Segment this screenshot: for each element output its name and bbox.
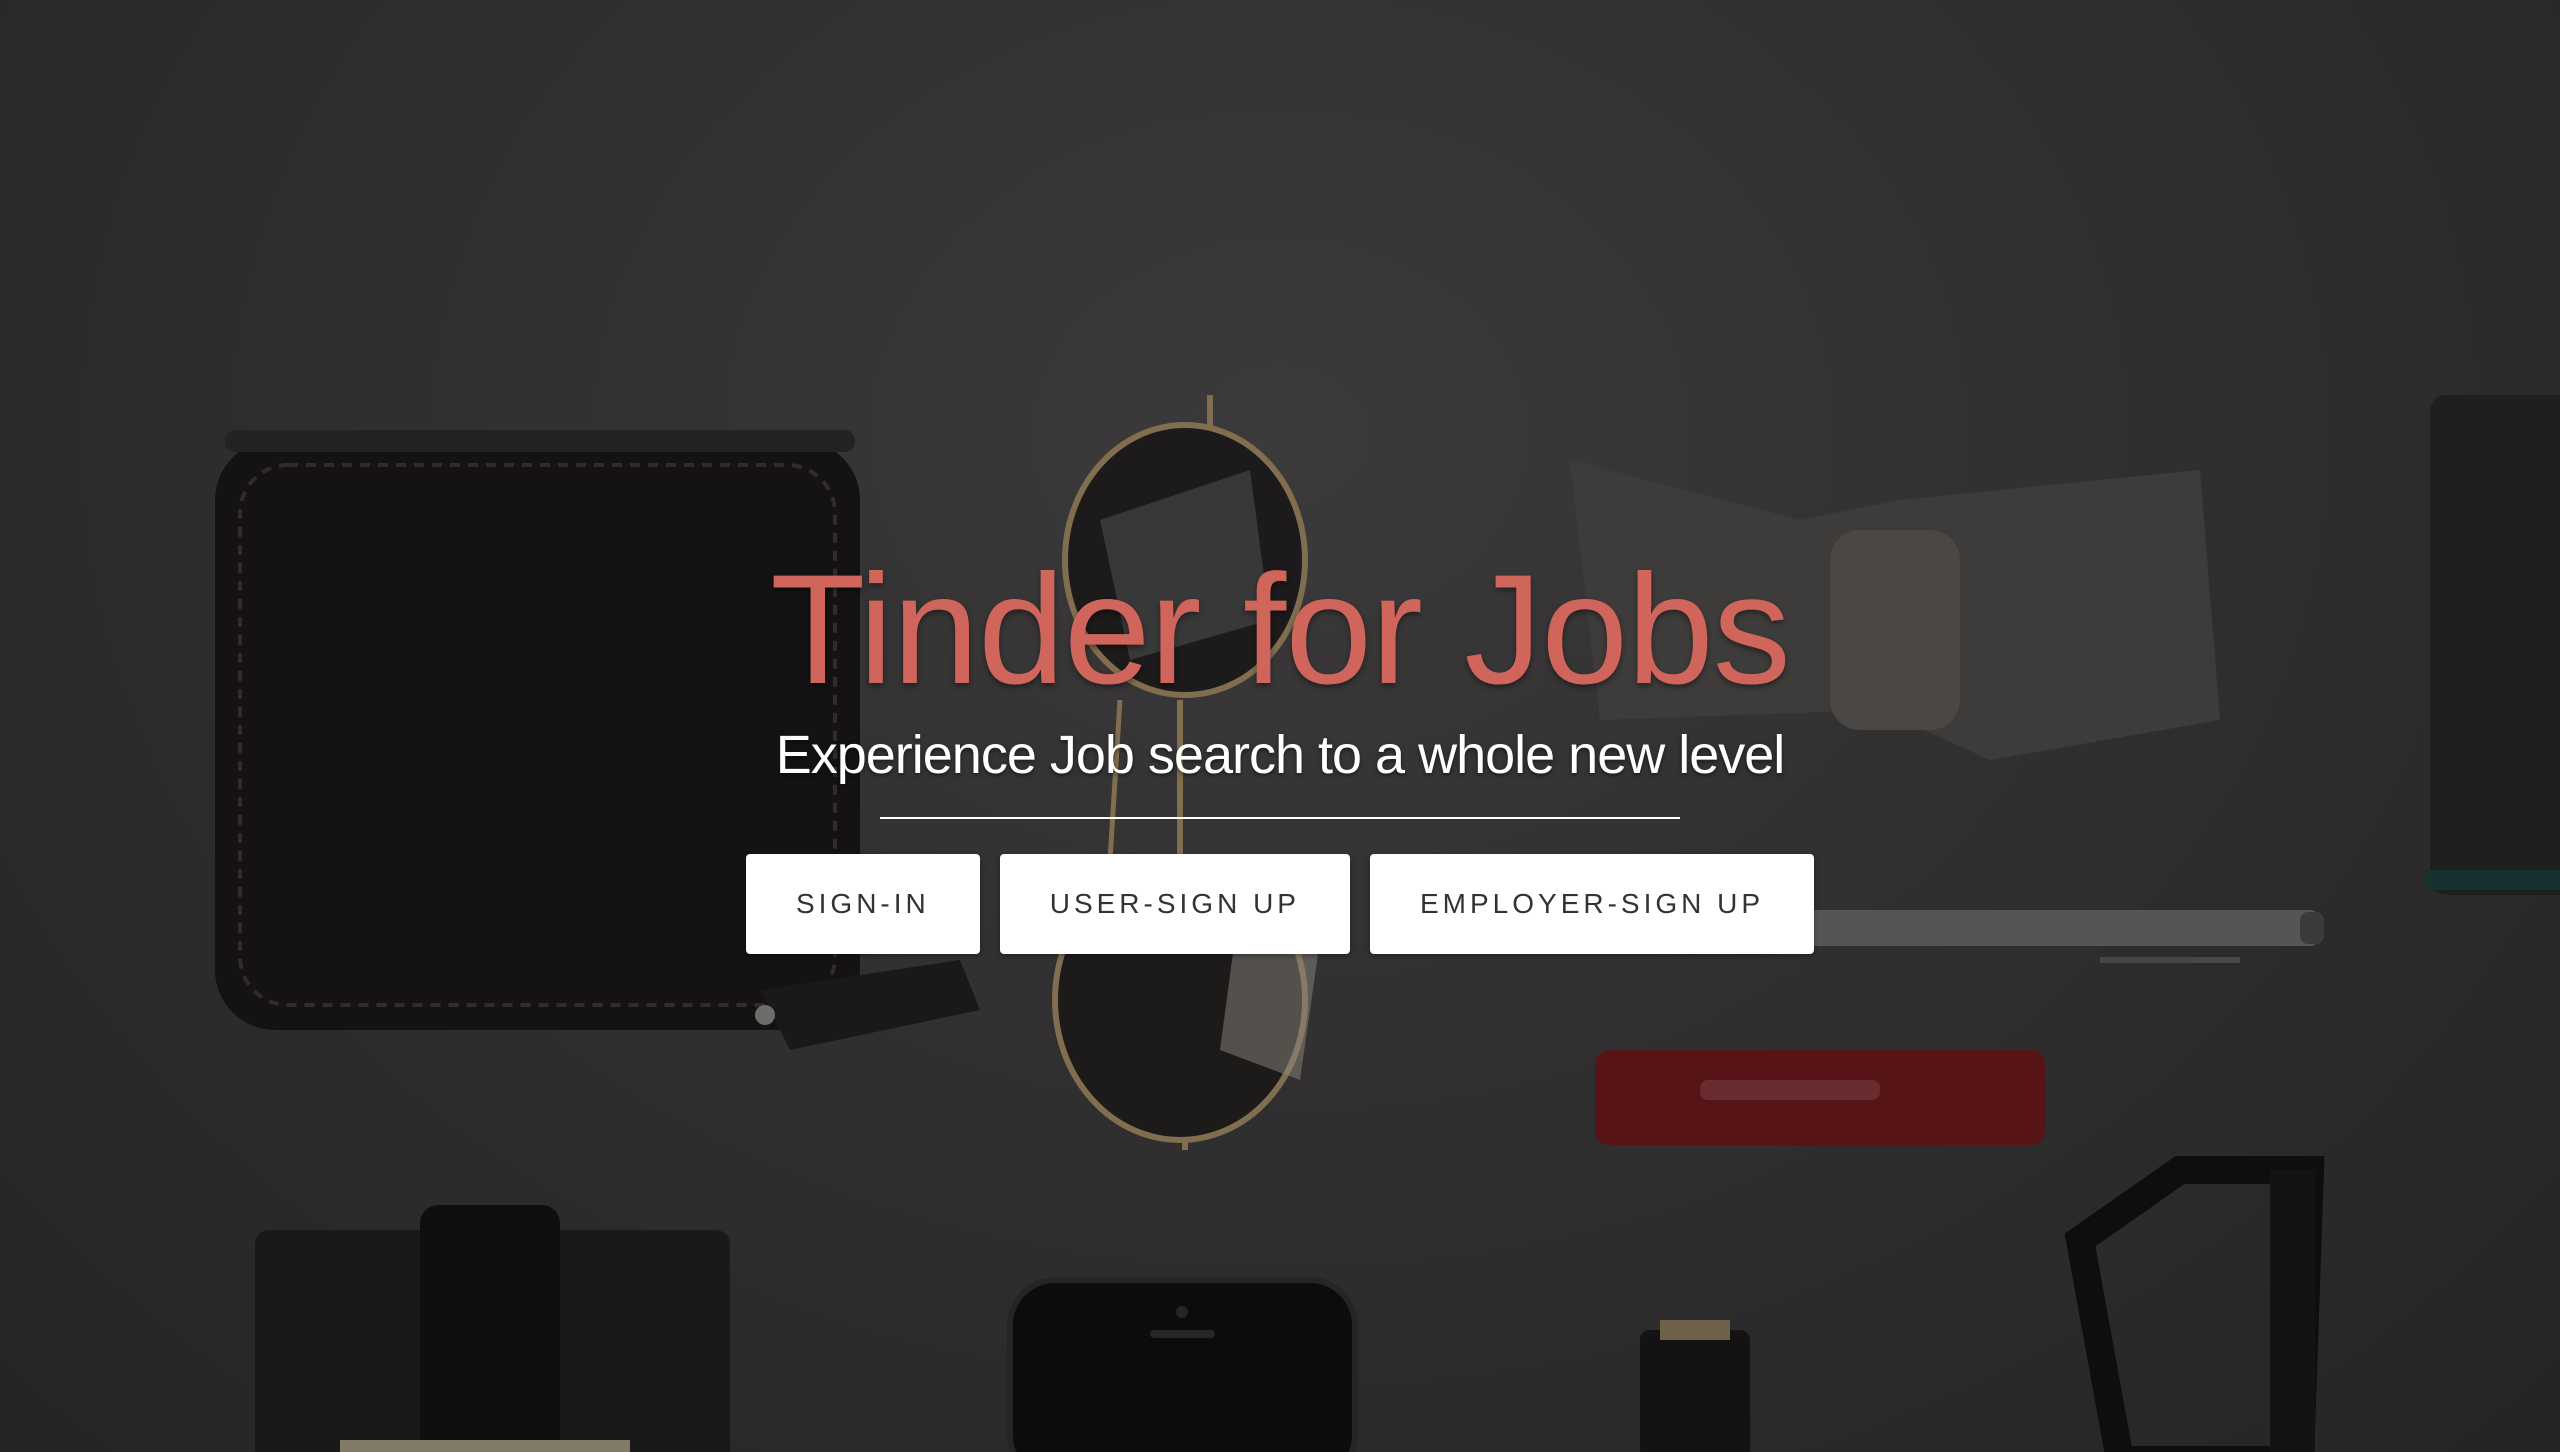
page-subtitle: Experience Job search to a whole new lev… — [775, 725, 1786, 785]
hero-section: Tinder for Jobs Experience Job search to… — [0, 0, 2560, 1452]
sign-in-button[interactable]: SIGN-IN — [745, 854, 980, 954]
page-title: Tinder for Jobs — [770, 543, 1791, 717]
employer-sign-up-button[interactable]: EMPLOYER-SIGN UP — [1369, 854, 1815, 954]
divider — [880, 817, 1680, 819]
hero-content: Tinder for Jobs Experience Job search to… — [0, 545, 2560, 954]
action-buttons: SIGN-IN USER-SIGN UP EMPLOYER-SIGN UP — [0, 854, 2560, 954]
user-sign-up-button[interactable]: USER-SIGN UP — [999, 854, 1350, 954]
